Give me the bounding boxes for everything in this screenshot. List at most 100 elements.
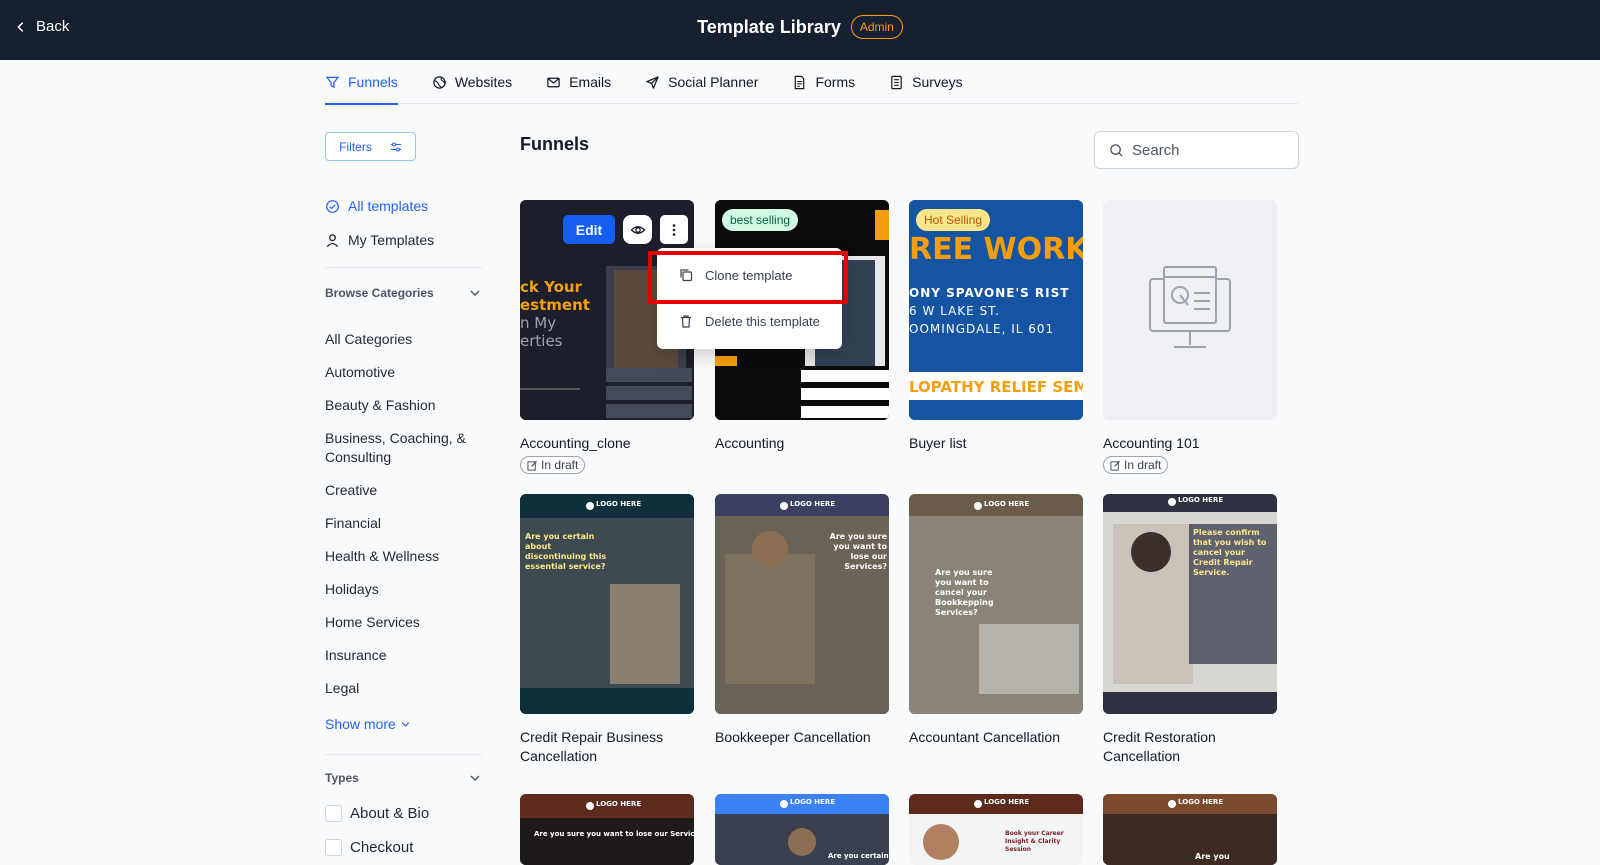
top-bar: Back Template Library Admin xyxy=(0,0,1600,60)
clone-template-option[interactable]: Clone template xyxy=(657,253,842,297)
thumbnail-artwork xyxy=(520,494,694,714)
template-name: Credit Restoration Cancellation xyxy=(1103,729,1216,764)
category-item[interactable]: Insurance xyxy=(325,646,485,665)
template-thumbnail[interactable]: LOGO HERE Are you certain about disconti… xyxy=(520,494,694,714)
show-more-link[interactable]: Show more xyxy=(325,716,411,732)
type-checkbox-row[interactable]: About & Bio xyxy=(325,805,429,822)
edit-icon xyxy=(1110,460,1121,471)
category-item[interactable]: Creative xyxy=(325,481,485,500)
template-name: Accounting 101 xyxy=(1103,435,1200,451)
search-box[interactable] xyxy=(1094,131,1299,169)
web-page-placeholder-icon xyxy=(1149,266,1231,348)
delete-template-option[interactable]: Delete this template xyxy=(657,299,842,343)
edit-button[interactable]: Edit xyxy=(563,215,615,244)
search-input[interactable] xyxy=(1132,141,1282,159)
tab-social-planner[interactable]: Social Planner xyxy=(628,60,775,104)
template-thumbnail[interactable]: LOGO HERE Please confirm that you wish t… xyxy=(1103,494,1277,714)
survey-icon xyxy=(891,75,902,89)
check-circle-icon xyxy=(326,199,339,213)
category-item[interactable]: Legal xyxy=(325,679,485,698)
type-label: Checkout xyxy=(350,839,414,856)
template-card[interactable]: LOGO HERE Are you certain about disconti… xyxy=(520,494,694,766)
category-item[interactable]: Financial xyxy=(325,514,485,533)
template-card[interactable]: LOGO HERE Are you sure you want to lose … xyxy=(715,494,889,747)
browse-categories-toggle[interactable]: Browse Categories xyxy=(325,286,482,300)
template-card[interactable]: LOGO HERE Are you sure you want to lose … xyxy=(520,794,694,865)
eye-icon xyxy=(630,225,645,234)
type-checkbox-row[interactable]: Checkout xyxy=(325,839,413,856)
thumbnail-artwork xyxy=(715,494,889,714)
category-item[interactable]: Health & Wellness xyxy=(325,547,485,566)
template-tabs: Funnels Websites Emails Social Planner F… xyxy=(325,60,1298,105)
template-card[interactable]: LOGO HERE Are you sure you want to cance… xyxy=(909,494,1083,747)
template-thumbnail[interactable]: Hot Selling REE WORK ONY SPAVONE'S RIST … xyxy=(909,200,1083,420)
thumb-text: Are you sure you want to lose our Servic… xyxy=(534,830,694,838)
template-card[interactable]: LOGO HERE Please confirm that you wish t… xyxy=(1103,494,1277,766)
chevron-down-icon xyxy=(470,290,480,296)
thumb-text: estment xyxy=(520,296,590,314)
show-more-label: Show more xyxy=(325,716,396,732)
more-options-button[interactable] xyxy=(660,215,688,244)
thumb-text: LOGO HERE xyxy=(1178,798,1224,806)
search-icon xyxy=(1110,143,1123,157)
tab-label: Emails xyxy=(569,74,612,90)
template-card[interactable]: LOGO HERE Are you certain xyxy=(715,794,889,865)
edit-icon xyxy=(527,460,538,471)
user-icon xyxy=(326,233,339,247)
thumb-text: Book your Career Insight & Clarity Sessi… xyxy=(1005,830,1064,853)
all-templates-link[interactable]: All templates xyxy=(325,198,428,214)
thumb-text: REE WORK xyxy=(909,232,1083,267)
template-thumbnail[interactable]: LOGO HERE Are you xyxy=(1103,794,1277,865)
template-thumbnail[interactable]: LOGO HERE Are you sure you want to cance… xyxy=(909,494,1083,714)
category-item[interactable]: Automotive xyxy=(325,363,485,382)
template-thumbnail[interactable]: LOGO HERE Are you certain xyxy=(715,794,889,865)
tab-websites[interactable]: Websites xyxy=(415,60,529,104)
preview-button[interactable] xyxy=(623,215,652,244)
title-group: Template Library Admin xyxy=(0,15,1600,39)
my-templates-label: My Templates xyxy=(348,232,435,248)
filters-button[interactable]: Filters xyxy=(325,132,416,161)
template-card[interactable]: Hot Selling REE WORK ONY SPAVONE'S RIST … xyxy=(909,200,1083,453)
template-card[interactable]: LOGO HERE Book your Career Insight & Cla… xyxy=(909,794,1083,865)
sidebar-divider xyxy=(325,267,482,268)
template-thumbnail[interactable]: LOGO HERE Are you sure you want to lose … xyxy=(715,494,889,714)
template-name: Bookkeeper Cancellation xyxy=(715,729,871,745)
clone-template-label: Clone template xyxy=(705,267,793,283)
category-item[interactable]: Beauty & Fashion xyxy=(325,396,485,415)
type-checkbox[interactable] xyxy=(325,839,342,856)
thumb-text: Are you sure you want to cancel your Boo… xyxy=(935,568,994,617)
category-item[interactable]: All Categories xyxy=(325,330,485,349)
delete-template-label: Delete this template xyxy=(705,313,820,329)
my-templates-link[interactable]: My Templates xyxy=(325,232,434,248)
tab-emails[interactable]: Emails xyxy=(529,60,628,104)
template-thumbnail[interactable]: LOGO HERE Book your Career Insight & Cla… xyxy=(909,794,1083,865)
all-templates-label: All templates xyxy=(348,198,429,214)
tab-label: Surveys xyxy=(912,74,963,90)
globe-icon xyxy=(433,75,446,89)
tab-surveys[interactable]: Surveys xyxy=(872,60,980,104)
types-toggle[interactable]: Types xyxy=(325,771,482,785)
thumb-text: Are you sure you want to lose our Servic… xyxy=(829,532,887,571)
type-checkbox[interactable] xyxy=(325,805,342,822)
tab-forms[interactable]: Forms xyxy=(775,60,872,104)
template-thumbnail[interactable] xyxy=(1103,200,1277,420)
template-name: Buyer list xyxy=(909,435,967,451)
category-item[interactable]: Holidays xyxy=(325,580,485,599)
category-item[interactable]: Home Services xyxy=(325,613,485,632)
thumb-text: 6 W LAKE ST. xyxy=(909,304,1000,318)
send-icon xyxy=(646,75,659,89)
template-card[interactable]: LOGO HERE Are you xyxy=(1103,794,1277,865)
form-icon xyxy=(795,75,805,89)
best-selling-badge: best selling xyxy=(722,209,799,231)
type-label: About & Bio xyxy=(350,805,430,822)
thumb-text: OOMINGDALE, IL 601 xyxy=(909,322,1055,336)
admin-badge: Admin xyxy=(850,15,903,39)
template-options-menu: Clone template Delete this template xyxy=(657,248,842,349)
thumb-text: ck Your xyxy=(520,278,582,296)
section-title: Funnels xyxy=(520,134,590,154)
template-thumbnail[interactable]: LOGO HERE Are you sure you want to lose … xyxy=(520,794,694,865)
template-card[interactable]: Accounting 101 In draft xyxy=(1103,200,1277,476)
template-name: Accounting_clone xyxy=(520,435,631,451)
category-item[interactable]: Business, Coaching, & Consulting xyxy=(325,429,485,467)
tab-funnels[interactable]: Funnels xyxy=(325,60,415,105)
